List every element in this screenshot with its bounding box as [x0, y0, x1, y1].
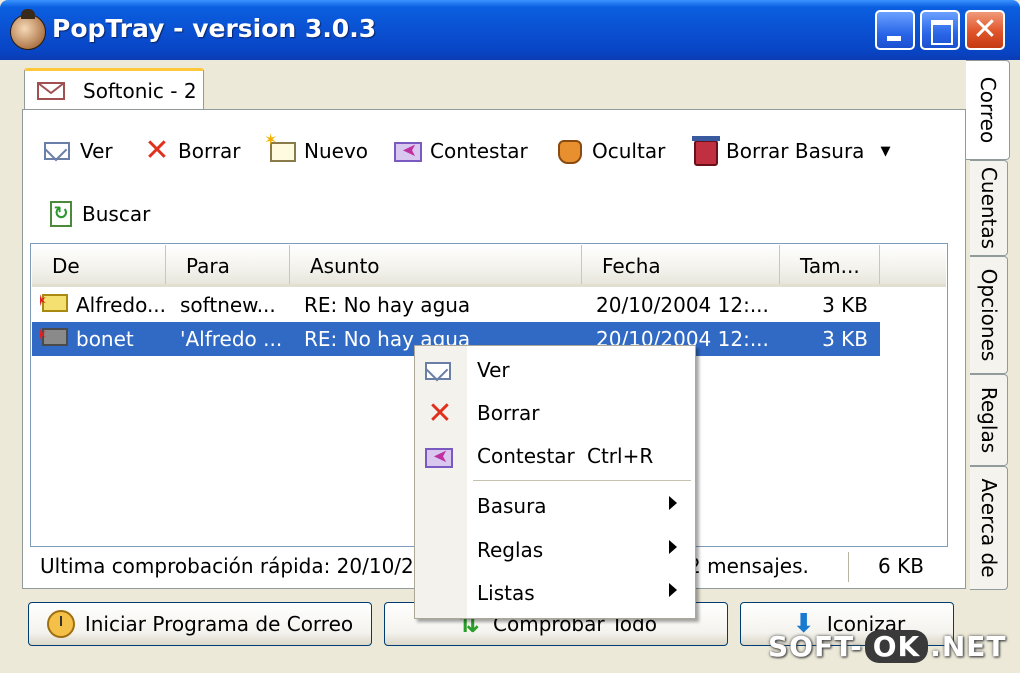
- app-icon[interactable]: [10, 9, 46, 50]
- tab-correo-label: Correo: [975, 76, 1000, 144]
- row-tam: 3 KB: [822, 327, 868, 351]
- row-de: Alfredo...: [76, 293, 167, 317]
- table-row[interactable]: Alfredo... softnew... RE: No hay agua 20…: [32, 288, 880, 322]
- reply-icon: [425, 442, 455, 470]
- menu-item-ver[interactable]: Ver: [415, 350, 695, 390]
- contestar-label: Contestar: [430, 139, 528, 163]
- trash-icon: [690, 136, 720, 166]
- title-bar[interactable]: PopTray - version 3.0.3 ✕: [0, 0, 1020, 60]
- iniciar-programa-button[interactable]: Iniciar Programa de Correo: [28, 602, 372, 646]
- watermark-part-b: OK: [864, 630, 929, 663]
- submenu-arrow-icon: [669, 540, 677, 554]
- menu-contestar-shortcut: Ctrl+R: [587, 444, 654, 468]
- nuevo-label: Nuevo: [304, 139, 369, 163]
- watermark: SOFT- OK .NET: [768, 630, 1007, 663]
- watermark-part-a: SOFT-: [768, 630, 863, 663]
- menu-item-basura[interactable]: Basura: [415, 486, 695, 526]
- status-separator: [848, 552, 849, 582]
- reply-icon: [394, 136, 424, 166]
- clock-icon: [46, 610, 75, 638]
- menu-item-contestar[interactable]: Contestar Ctrl+R: [415, 436, 695, 476]
- ver-button[interactable]: Ver: [44, 133, 113, 169]
- borrar-button[interactable]: ✕ Borrar: [142, 133, 241, 169]
- maximize-icon: [931, 20, 953, 45]
- menu-ver-label: Ver: [477, 358, 510, 382]
- row-para: 'Alfredo ...: [180, 327, 283, 351]
- tab-cuentas[interactable]: Cuentas: [970, 160, 1008, 256]
- column-header-de[interactable]: De: [32, 245, 166, 284]
- watermark-part-c: .NET: [930, 630, 1007, 663]
- borrar-basura-label: Borrar Basura: [726, 139, 865, 163]
- column-header-tam[interactable]: Tam...: [780, 245, 880, 284]
- row-para: softnew...: [180, 293, 276, 317]
- context-menu: Ver ✕ Borrar Contestar Ctrl+R Basura Reg…: [414, 345, 696, 619]
- close-button[interactable]: ✕: [965, 10, 1005, 50]
- menu-borrar-label: Borrar: [477, 401, 540, 425]
- view-mail-icon: [44, 136, 74, 166]
- minimize-button[interactable]: [875, 10, 915, 50]
- buscar-button[interactable]: ↻ Buscar: [46, 196, 150, 232]
- buscar-label: Buscar: [82, 202, 151, 226]
- menu-item-reglas[interactable]: Reglas: [415, 530, 695, 570]
- contestar-button[interactable]: Contestar: [394, 133, 528, 169]
- menu-contestar-label: Contestar: [477, 444, 575, 468]
- tab-opciones[interactable]: Opciones: [970, 256, 1008, 374]
- submenu-arrow-icon: [669, 496, 677, 510]
- tab-opciones-label: Opciones: [976, 268, 1001, 362]
- row-fecha: 20/10/2004 12:...: [596, 293, 769, 317]
- iniciar-label: Iniciar Programa de Correo: [84, 612, 354, 636]
- borrar-label: Borrar: [178, 139, 241, 163]
- new-message-icon: [40, 288, 72, 322]
- hand-icon: [556, 136, 586, 166]
- envelope-icon: [37, 82, 65, 100]
- tab-reglas[interactable]: Reglas: [970, 374, 1008, 466]
- read-message-icon: [40, 322, 72, 356]
- dropdown-arrow-icon[interactable]: ▼: [880, 144, 890, 159]
- row-de: bonet: [76, 327, 134, 351]
- ocultar-label: Ocultar: [592, 139, 666, 163]
- row-asunto: RE: No hay agua: [304, 293, 471, 317]
- borrar-basura-button[interactable]: Borrar Basura ▼: [690, 133, 890, 169]
- status-total-size: 6 KB: [878, 554, 924, 578]
- tab-softonic[interactable]: Softonic - 2: [24, 68, 204, 110]
- nuevo-button[interactable]: Nuevo: [264, 130, 369, 169]
- menu-item-listas[interactable]: Listas: [415, 573, 695, 613]
- tab-correo[interactable]: Correo: [966, 60, 1010, 160]
- column-header-asunto[interactable]: Asunto: [290, 245, 582, 284]
- menu-basura-label: Basura: [477, 494, 547, 518]
- delete-icon: ✕: [144, 133, 170, 168]
- column-header-para[interactable]: Para: [166, 245, 290, 284]
- tab-cuentas-label: Cuentas: [976, 166, 1001, 250]
- refresh-icon: ↻: [46, 199, 76, 229]
- status-message-count: 2 mensajes.: [688, 554, 809, 578]
- new-mail-icon: [264, 130, 298, 166]
- ocultar-button[interactable]: Ocultar: [556, 133, 665, 169]
- menu-reglas-label: Reglas: [477, 538, 544, 562]
- tab-reglas-label: Reglas: [976, 386, 1001, 454]
- tab-acerca-label: Acerca de: [976, 478, 1001, 578]
- menu-listas-label: Listas: [477, 581, 535, 605]
- menu-separator: [473, 480, 691, 481]
- delete-icon: ✕: [427, 396, 453, 431]
- column-header-fecha[interactable]: Fecha: [582, 245, 780, 284]
- minimize-icon: [887, 36, 901, 41]
- menu-item-borrar[interactable]: ✕ Borrar: [415, 393, 695, 433]
- window-title: PopTray - version 3.0.3: [52, 14, 377, 43]
- ver-label: Ver: [80, 139, 113, 163]
- view-mail-icon: [425, 356, 455, 384]
- submenu-arrow-icon: [669, 583, 677, 597]
- status-last-check: Ultima comprobación rápida: 20/10/200: [40, 554, 440, 578]
- close-icon: ✕: [972, 12, 998, 47]
- tab-acerca-de[interactable]: Acerca de: [970, 466, 1008, 590]
- maximize-button[interactable]: [920, 10, 960, 50]
- row-tam: 3 KB: [822, 293, 868, 317]
- list-header: De Para Asunto Fecha Tam...: [32, 245, 946, 287]
- tab-label: Softonic - 2: [83, 79, 197, 103]
